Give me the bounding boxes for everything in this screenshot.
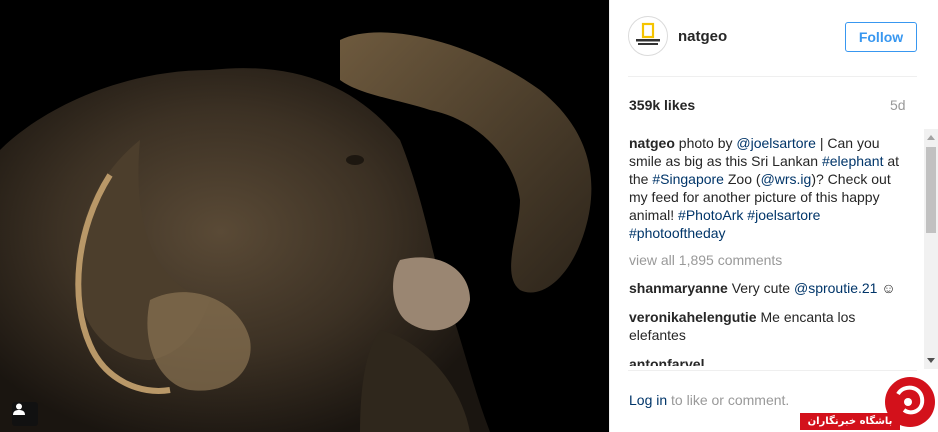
divider xyxy=(628,76,917,77)
view-all-comments-link[interactable]: view all 1,895 comments xyxy=(629,251,903,269)
login-prompt: Log in to like or comment. xyxy=(629,392,789,408)
scrollbar-thumb[interactable] xyxy=(926,147,936,233)
comment-emoji: ☺ xyxy=(877,280,896,296)
mention-link[interactable]: @wrs.ig xyxy=(761,171,812,187)
caption-text: Zoo ( xyxy=(723,171,761,187)
comment-text: Very cute xyxy=(731,280,794,296)
post-photo[interactable] xyxy=(0,0,609,432)
scroll-up-icon[interactable] xyxy=(927,135,935,140)
user-icon xyxy=(13,403,25,415)
comment-item: shanmaryanne Very cute @sproutie.21 ☺ xyxy=(629,279,903,297)
post-username[interactable]: natgeo xyxy=(678,28,727,45)
login-link[interactable]: Log in xyxy=(629,392,667,408)
follow-button[interactable]: Follow xyxy=(845,22,917,52)
comment-username[interactable]: shanmaryanne xyxy=(629,280,728,296)
login-prompt-text: to like or comment. xyxy=(667,392,790,408)
post-header: natgeo Follow xyxy=(610,0,928,76)
comment-username[interactable]: antonfarvel xyxy=(629,356,704,366)
avatar[interactable] xyxy=(628,16,668,56)
likes-count[interactable]: 359k likes xyxy=(629,97,695,113)
hashtag-link[interactable]: #elephant xyxy=(822,153,884,169)
user-tag-icon[interactable] xyxy=(12,402,38,426)
hashtag-link[interactable]: #joelsartore xyxy=(747,207,820,223)
comment-item: veronikahelengutie Me encanta los elefan… xyxy=(629,308,903,344)
hashtag-link[interactable]: #Singapore xyxy=(652,171,724,187)
hashtag-link[interactable]: #photooftheday xyxy=(629,225,726,241)
mention-link[interactable]: @sproutie.21 xyxy=(794,280,877,296)
post-age[interactable]: 5d xyxy=(890,97,906,113)
watermark-label: باشگاه خبرنگاران xyxy=(800,413,900,430)
comments-list[interactable]: natgeo photo by @joelsartore | Can you s… xyxy=(629,134,903,366)
caption-username[interactable]: natgeo xyxy=(629,135,675,151)
caption-link[interactable]: @joelsartore xyxy=(736,135,816,151)
national-geographic-logo-icon xyxy=(636,22,660,45)
hashtag-link[interactable]: #PhotoArk xyxy=(678,207,743,223)
comments-scrollbar[interactable] xyxy=(924,129,938,369)
elephant-image xyxy=(0,0,609,432)
caption: natgeo photo by @joelsartore | Can you s… xyxy=(629,134,903,242)
caption-text: photo by xyxy=(674,135,737,151)
scroll-down-icon[interactable] xyxy=(927,358,935,363)
comment-username[interactable]: veronikahelengutie xyxy=(629,309,757,325)
